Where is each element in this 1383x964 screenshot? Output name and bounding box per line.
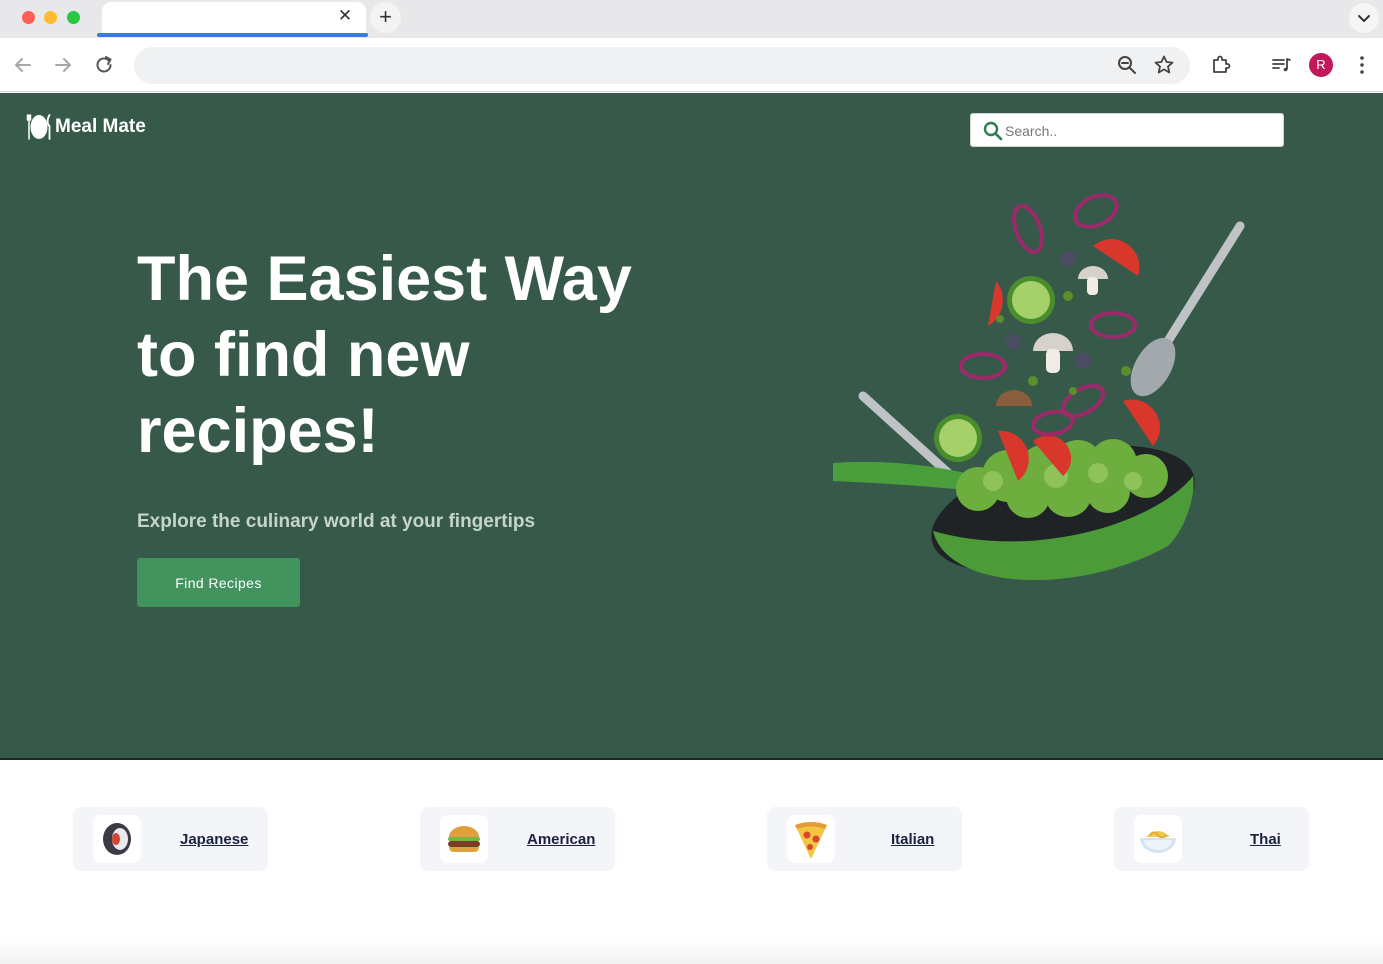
tab-close-icon[interactable]: ✕ bbox=[336, 6, 354, 26]
noodle-bowl-icon bbox=[1134, 815, 1182, 863]
hero-subtitle: Explore the culinary world at your finge… bbox=[137, 511, 536, 532]
browser-toolbar: R bbox=[0, 38, 1383, 92]
browser-tab-bar: ✕ + bbox=[0, 0, 1383, 38]
hero-title: The Easiest Way to find new recipes! bbox=[137, 244, 632, 466]
sushi-roll-icon bbox=[93, 815, 141, 863]
find-recipes-button[interactable]: Find Recipes bbox=[137, 558, 300, 607]
active-tab-indicator bbox=[97, 33, 368, 37]
media-control-icon[interactable] bbox=[1269, 53, 1293, 77]
address-bar[interactable] bbox=[134, 47, 1190, 84]
pizza-slice-icon bbox=[787, 815, 835, 863]
category-card-american[interactable]: American bbox=[420, 807, 615, 871]
category-card-thai[interactable]: Thai bbox=[1114, 807, 1309, 871]
extensions-puzzle-icon[interactable] bbox=[1209, 53, 1233, 77]
hero-section: Meal Mate The Easiest Way to find new re… bbox=[0, 93, 1383, 760]
category-link-american[interactable]: American bbox=[527, 831, 595, 848]
burger-icon bbox=[440, 815, 488, 863]
reload-icon[interactable] bbox=[92, 53, 116, 77]
category-link-japanese[interactable]: Japanese bbox=[180, 831, 248, 848]
profile-avatar[interactable]: R bbox=[1309, 53, 1333, 77]
search-icon bbox=[983, 121, 1003, 141]
tab-search-button[interactable] bbox=[1349, 3, 1379, 33]
zoom-out-icon[interactable] bbox=[1115, 53, 1139, 77]
window-minimize-button[interactable] bbox=[44, 11, 57, 24]
category-link-thai[interactable]: Thai bbox=[1250, 831, 1281, 848]
page-bottom-shadow bbox=[0, 940, 1383, 964]
back-arrow-icon[interactable] bbox=[11, 53, 35, 77]
category-card-italian[interactable]: Italian bbox=[767, 807, 962, 871]
browser-tab[interactable] bbox=[102, 2, 366, 36]
chevron-down-icon bbox=[1358, 15, 1370, 22]
search-box[interactable] bbox=[970, 113, 1284, 147]
category-link-italian[interactable]: Italian bbox=[891, 831, 934, 848]
category-card-japanese[interactable]: Japanese bbox=[73, 807, 268, 871]
brand-name: Meal Mate bbox=[55, 116, 146, 137]
brand-logo-link[interactable]: Meal Mate bbox=[26, 111, 146, 143]
new-tab-button[interactable]: + bbox=[370, 2, 401, 33]
window-maximize-button[interactable] bbox=[67, 11, 80, 24]
kebab-menu-icon[interactable] bbox=[1350, 53, 1374, 77]
search-input[interactable] bbox=[1005, 118, 1275, 144]
forward-arrow-icon[interactable] bbox=[51, 53, 75, 77]
plate-cutlery-icon bbox=[26, 114, 51, 140]
window-close-button[interactable] bbox=[22, 11, 35, 24]
pan-vegetables-illustration bbox=[833, 193, 1245, 581]
bookmark-star-icon[interactable] bbox=[1152, 53, 1176, 77]
